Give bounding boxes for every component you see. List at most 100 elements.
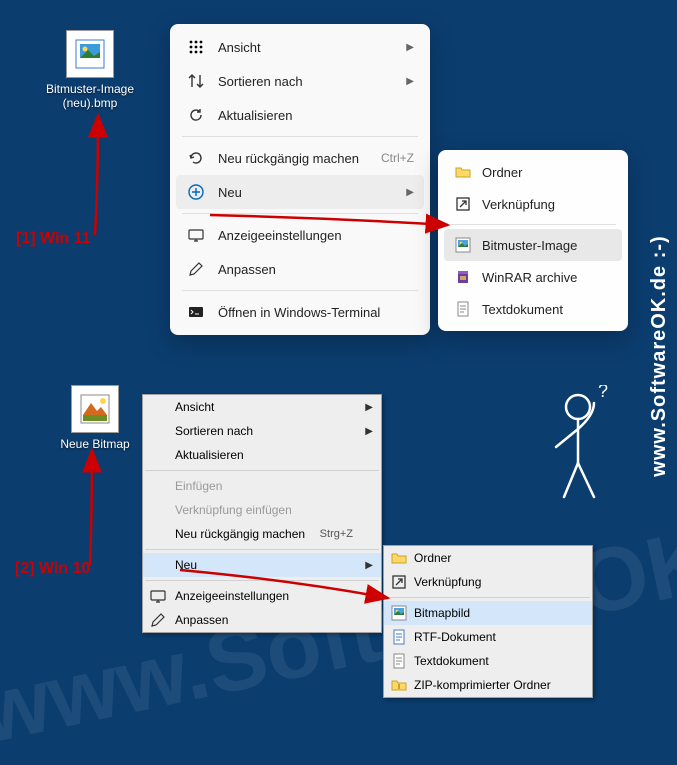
menu-item-anpassen[interactable]: Anpassen — [143, 608, 381, 632]
menu-item-label: Sortieren nach — [218, 74, 398, 89]
submenu-item-label: Bitmapbild — [414, 606, 470, 620]
submenu-neu-win10: Ordner Verknüpfung Bitmapbild RTF-Dokument T… — [383, 545, 593, 698]
submenu-item-label: WinRAR archive — [482, 270, 577, 285]
menu-separator — [450, 224, 616, 225]
menu-separator — [145, 470, 379, 471]
grid-icon — [186, 37, 206, 57]
refresh-icon — [186, 105, 206, 125]
annotation-win10: [2] Win 10 — [15, 560, 90, 578]
menu-item-label: Aktualisieren — [175, 448, 353, 462]
submenu-item-rtf-dokument[interactable]: RTF-Dokument — [384, 625, 592, 649]
menu-item-anzeigeeinstellungen[interactable]: Anzeigeeinstellungen — [143, 584, 381, 608]
menu-item-sortieren-nach[interactable]: Sortieren nach ▶ — [143, 419, 381, 443]
desktop-icon-bmp-win11[interactable]: Bitmuster-Image (neu).bmp — [45, 30, 135, 110]
bitmap-icon — [454, 236, 472, 254]
submenu-item-label: ZIP-komprimierter Ordner — [414, 678, 551, 692]
submenu-item-bitmuster-image[interactable]: Bitmuster-Image — [444, 229, 622, 261]
folder-icon — [454, 163, 472, 181]
menu-separator — [386, 597, 590, 598]
menu-item-sortieren-nach[interactable]: Sortieren nach ▶ — [176, 64, 424, 98]
menu-item-neu[interactable]: Neu ▶ — [143, 553, 381, 577]
menu-item-aktualisieren[interactable]: Aktualisieren — [176, 98, 424, 132]
menu-item-einf-gen: Einfügen — [143, 474, 381, 498]
shortcut-icon — [390, 573, 408, 591]
submenu-item-verkn-pfung[interactable]: Verknüpfung — [444, 188, 622, 220]
folder-icon — [390, 549, 408, 567]
menu-shortcut: Strg+Z — [320, 528, 353, 540]
menu-shortcut: Ctrl+Z — [381, 151, 414, 165]
menu-separator — [145, 549, 379, 550]
menu-item-ansicht[interactable]: Ansicht ▶ — [143, 395, 381, 419]
submenu-item-label: Verknüpfung — [414, 575, 481, 589]
chevron-right-icon: ▶ — [406, 42, 414, 53]
submenu-neu-win11: Ordner Verknüpfung Bitmuster-Image WinRAR a… — [438, 150, 628, 331]
submenu-item-label: Ordner — [482, 165, 522, 180]
submenu-item-label: Textdokument — [414, 654, 489, 668]
menu-item-anpassen[interactable]: Anpassen — [176, 252, 424, 286]
display-icon — [149, 587, 167, 605]
menu-item-label: Neu rückgängig machen — [218, 151, 369, 166]
submenu-item-textdokument[interactable]: Textdokument — [444, 293, 622, 325]
menu-item-anzeigeeinstellungen[interactable]: Anzeigeeinstellungen — [176, 218, 424, 252]
display-icon — [186, 225, 206, 245]
menu-separator — [182, 136, 418, 137]
menu-item-label: Neu rückgängig machen — [175, 527, 320, 541]
submenu-item-label: Textdokument — [482, 302, 563, 317]
chevron-right-icon: ▶ — [365, 402, 373, 413]
submenu-item-textdokument[interactable]: Textdokument — [384, 649, 592, 673]
desktop-icon-bmp-win10[interactable]: Neue Bitmap — [50, 385, 140, 451]
submenu-item-label: Ordner — [414, 551, 451, 565]
plus-circle-icon — [186, 182, 206, 202]
desktop-icon-label: Neue Bitmap — [50, 437, 140, 451]
menu-item-label: Aktualisieren — [218, 108, 414, 123]
winrar-icon — [454, 268, 472, 286]
submenu-item-ordner[interactable]: Ordner — [384, 546, 592, 570]
bmp-file-icon — [66, 30, 114, 78]
submenu-item-zip-komprimierter-ordner[interactable]: ZIP-komprimierter Ordner — [384, 673, 592, 697]
menu-item-label: Öffnen in Windows-Terminal — [218, 305, 414, 320]
annotation-win11: [1] Win 11 — [16, 230, 91, 248]
context-menu-win11: Ansicht ▶ Sortieren nach ▶ Aktualisieren Neu … — [170, 24, 430, 335]
bitmap-icon — [390, 604, 408, 622]
undo-icon — [186, 148, 206, 168]
submenu-item-bitmapbild[interactable]: Bitmapbild — [384, 601, 592, 625]
personalize-icon — [186, 259, 206, 279]
submenu-item-label: RTF-Dokument — [414, 630, 496, 644]
submenu-item-label: Verknüpfung — [482, 197, 555, 212]
menu-item-label: Anzeigeeinstellungen — [175, 589, 353, 603]
chevron-right-icon: ▶ — [365, 560, 373, 571]
menu-item-label: Ansicht — [218, 40, 398, 55]
menu-item-neu[interactable]: Neu▶ — [176, 175, 424, 209]
zip-icon — [390, 676, 408, 694]
menu-item-label: Ansicht — [175, 400, 353, 414]
submenu-item-verkn-pfung[interactable]: Verknüpfung — [384, 570, 592, 594]
menu-item-label: Neu — [175, 558, 353, 572]
svg-text:?: ? — [598, 385, 608, 401]
menu-separator — [145, 580, 379, 581]
menu-item-label: Anpassen — [175, 613, 353, 627]
stickman-thinking: ? — [540, 385, 630, 515]
shortcut-icon — [454, 195, 472, 213]
menu-item-label: Sortieren nach — [175, 424, 353, 438]
menu-separator — [182, 213, 418, 214]
menu-item-neu-r-ckg-ngig-machen[interactable]: Neu rückgängig machen Ctrl+Z — [176, 141, 424, 175]
chevron-right-icon: ▶ — [365, 426, 373, 437]
text-icon — [454, 300, 472, 318]
chevron-right-icon: ▶ — [406, 76, 414, 87]
menu-item-neu-r-ckg-ngig-machen[interactable]: Neu rückgängig machenStrg+Z — [143, 522, 381, 546]
submenu-item-winrar-archive[interactable]: WinRAR archive — [444, 261, 622, 293]
menu-item-ansicht[interactable]: Ansicht ▶ — [176, 30, 424, 64]
menu-separator — [182, 290, 418, 291]
bitmap-file-icon — [71, 385, 119, 433]
personalize-icon — [149, 611, 167, 629]
submenu-item-label: Bitmuster-Image — [482, 238, 577, 253]
menu-item--ffnen-in-windows-terminal[interactable]: Öffnen in Windows-Terminal — [176, 295, 424, 329]
submenu-item-ordner[interactable]: Ordner — [444, 156, 622, 188]
terminal-icon — [186, 302, 206, 322]
text-icon — [390, 652, 408, 670]
watermark-side: www.SoftwareOK.de :-) — [648, 235, 671, 476]
desktop-icon-label: Bitmuster-Image (neu).bmp — [45, 82, 135, 110]
menu-item-label: Einfügen — [175, 479, 353, 493]
context-menu-win10: Ansicht ▶ Sortieren nach ▶ Aktualisieren Einf… — [142, 394, 382, 633]
menu-item-aktualisieren[interactable]: Aktualisieren — [143, 443, 381, 467]
